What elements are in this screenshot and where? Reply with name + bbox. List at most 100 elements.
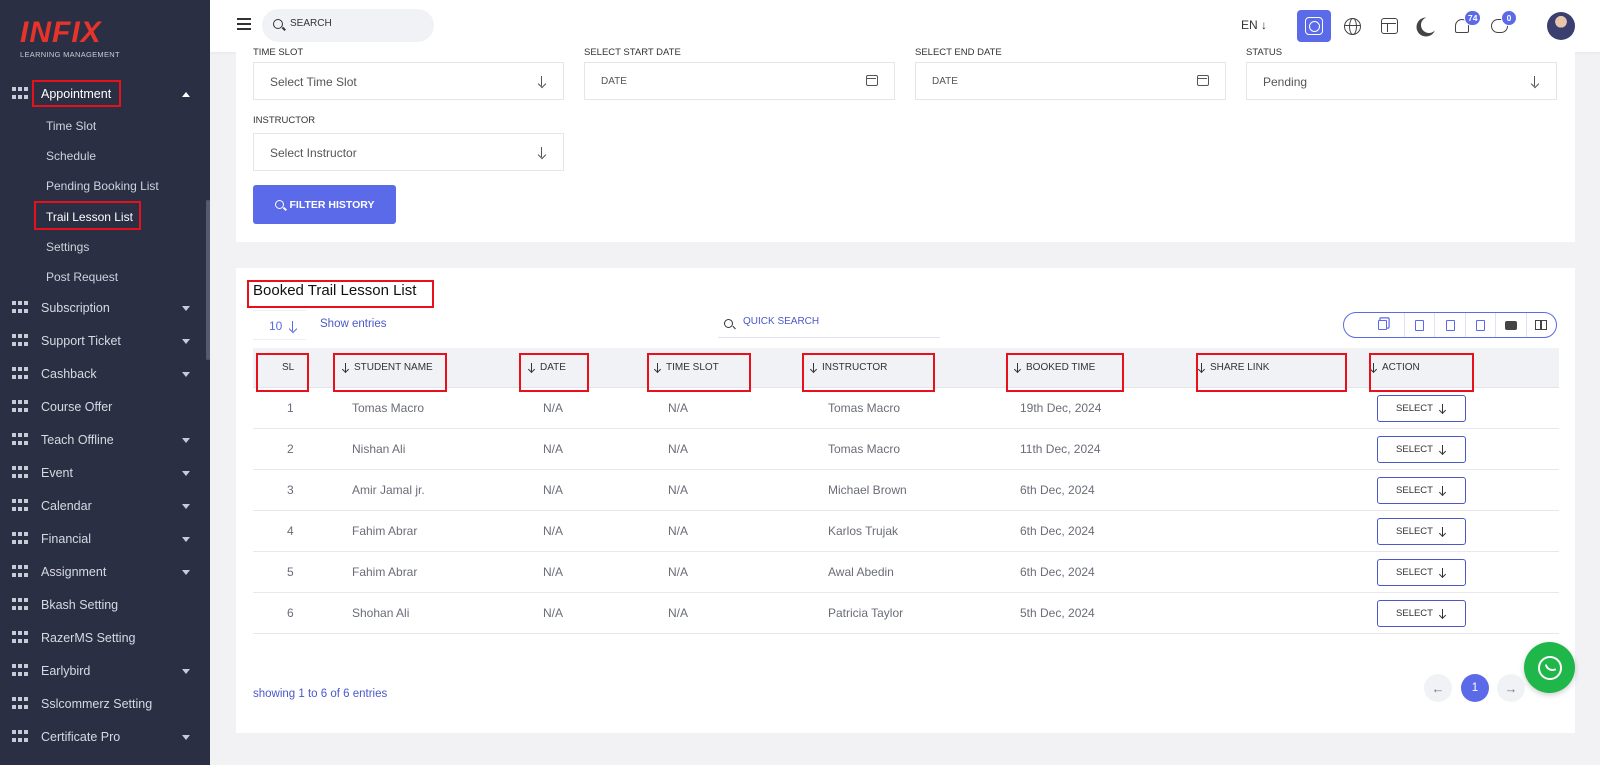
export-toolbar (1343, 312, 1557, 338)
cell-instructor: Michael Brown (828, 483, 907, 497)
previous-page-button[interactable]: ← (1424, 674, 1452, 702)
globe-icon (1343, 17, 1361, 35)
sidebar-item-course-offer[interactable]: Course Offer (0, 392, 206, 422)
arrow-down-icon (1439, 567, 1447, 578)
table-row: 6 Shohan Ali N/A N/A Patricia Taylor 5th… (253, 593, 1559, 634)
cell-sl: 3 (287, 483, 294, 497)
logo[interactable]: INFIX LEARNING MANAGEMENT (0, 0, 210, 78)
csv-button[interactable] (1435, 313, 1466, 337)
column-visibility-button[interactable] (1527, 313, 1556, 337)
quick-search (718, 310, 940, 338)
layout-button[interactable] (1372, 10, 1406, 42)
start-date-input[interactable]: DATE (584, 62, 895, 100)
language-selector[interactable]: EN ↓ (1241, 18, 1267, 32)
end-date-label: SELECT END DATE (915, 47, 1002, 58)
end-date-input[interactable]: DATE (915, 62, 1226, 100)
header-search (262, 9, 434, 42)
next-page-button[interactable]: → (1497, 674, 1525, 702)
cell-time-slot: N/A (668, 483, 689, 497)
grid-icon (12, 532, 28, 546)
filter-history-button[interactable]: FILTER HISTORY (253, 185, 396, 224)
sidebar-subitem-settings[interactable]: Settings (46, 240, 89, 254)
action-select-label: SELECT (1396, 567, 1433, 578)
sidebar-item-razerms-setting[interactable]: RazerMS Setting (0, 623, 206, 653)
page-button-current[interactable]: 1 (1461, 674, 1489, 702)
sidebar-subitem-time-slot[interactable]: Time Slot (46, 119, 96, 133)
sidebar-subitem-pending-booking-list[interactable]: Pending Booking List (46, 179, 159, 193)
table-row: 4 Fahim Abrar N/A N/A Karlos Trujak 6th … (253, 511, 1559, 552)
search-input[interactable] (290, 18, 420, 29)
arrow-down-icon (1439, 485, 1447, 496)
sidebar-subitem-post-request[interactable]: Post Request (46, 270, 118, 284)
cell-booked-time: 11th Dec, 2024 (1020, 442, 1101, 456)
action-select-button[interactable]: SELECT (1377, 559, 1466, 586)
caret-down-icon (182, 668, 190, 674)
booked-list-card: Booked Trail Lesson List 10 Show entries… (236, 268, 1575, 733)
search-icon (724, 319, 733, 328)
sidebar-item-calendar[interactable]: Calendar (0, 491, 206, 521)
filter-card: TIME SLOT Select Time Slot SELECT START … (236, 47, 1575, 242)
columns-icon (1535, 320, 1548, 330)
sidebar-item-assignment[interactable]: Assignment (0, 557, 206, 587)
sidebar-item-certificate-pro[interactable]: Certificate Pro (0, 722, 206, 752)
sidebar-item-support-ticket[interactable]: Support Ticket (0, 326, 206, 356)
sidebar-item-cashback[interactable]: Cashback (0, 359, 206, 389)
calendar-icon (866, 75, 878, 86)
sidebar-subitem-schedule[interactable]: Schedule (46, 149, 96, 163)
caret-up-icon (182, 91, 190, 97)
cell-date: N/A (543, 442, 564, 456)
time-slot-select[interactable]: Select Time Slot (253, 62, 564, 100)
ai-chip-button[interactable] (1297, 10, 1331, 42)
arrow-down-icon (537, 147, 547, 159)
language-label: EN (1241, 18, 1258, 32)
show-entries-label: Show entries (320, 318, 387, 330)
sidebar-item-teach-offline[interactable]: Teach Offline (0, 425, 206, 455)
action-select-button[interactable]: SELECT (1377, 600, 1466, 627)
dark-mode-toggle[interactable] (1408, 10, 1442, 42)
sidebar-item-label: Teach Offline (41, 433, 114, 447)
sidebar-item-label: Cashback (41, 367, 97, 381)
status-select[interactable]: Pending (1246, 62, 1557, 100)
cell-booked-time: 19th Dec, 2024 (1020, 401, 1102, 415)
sidebar-item-sslcommerz-setting[interactable]: Sslcommerz Setting (0, 689, 206, 719)
action-select-button[interactable]: SELECT (1377, 395, 1466, 422)
time-slot-label: TIME SLOT (253, 47, 304, 58)
highlight-box (34, 201, 141, 230)
start-date-placeholder: DATE (601, 76, 627, 87)
sidebar-item-bkash-setting[interactable]: Bkash Setting (0, 590, 206, 620)
action-select-button[interactable]: SELECT (1377, 436, 1466, 463)
print-button[interactable] (1496, 313, 1527, 337)
sidebar-item-subscription[interactable]: Subscription (0, 293, 206, 323)
instructor-select[interactable]: Select Instructor (253, 133, 564, 171)
sidebar-item-earlybird[interactable]: Earlybird (0, 656, 206, 686)
cell-time-slot: N/A (668, 565, 689, 579)
action-select-button[interactable]: SELECT (1377, 518, 1466, 545)
arrow-down-icon (537, 76, 547, 88)
cell-sl: 1 (287, 401, 294, 415)
highlight-box (519, 353, 589, 392)
entries-select[interactable]: 10 (253, 310, 306, 340)
copy-button[interactable] (1344, 313, 1406, 337)
website-button[interactable] (1335, 10, 1369, 42)
sidebar-item-label: Subscription (41, 301, 110, 315)
sidebar-item-label: Support Ticket (41, 334, 121, 348)
quick-search-input[interactable] (743, 316, 933, 327)
excel-button[interactable] (1405, 313, 1436, 337)
time-slot-value: Select Time Slot (270, 75, 357, 89)
user-avatar[interactable] (1547, 12, 1575, 40)
arrow-down-icon (1439, 526, 1447, 537)
sidebar-scrollbar[interactable] (206, 200, 210, 360)
grid-icon (12, 87, 28, 101)
sidebar: INFIX LEARNING MANAGEMENT Appointment Ti… (0, 0, 210, 765)
pdf-button[interactable] (1466, 313, 1497, 337)
grid-icon (12, 697, 28, 711)
sidebar-item-event[interactable]: Event (0, 458, 206, 488)
whatsapp-chat-button[interactable] (1524, 642, 1575, 693)
cell-student-name: Shohan Ali (352, 606, 410, 620)
sidebar-item-financial[interactable]: Financial (0, 524, 206, 554)
grid-icon (12, 433, 28, 447)
hamburger-menu-icon[interactable] (237, 18, 251, 30)
cell-date: N/A (543, 483, 564, 497)
arrow-down-icon (1439, 444, 1447, 455)
action-select-button[interactable]: SELECT (1377, 477, 1466, 504)
